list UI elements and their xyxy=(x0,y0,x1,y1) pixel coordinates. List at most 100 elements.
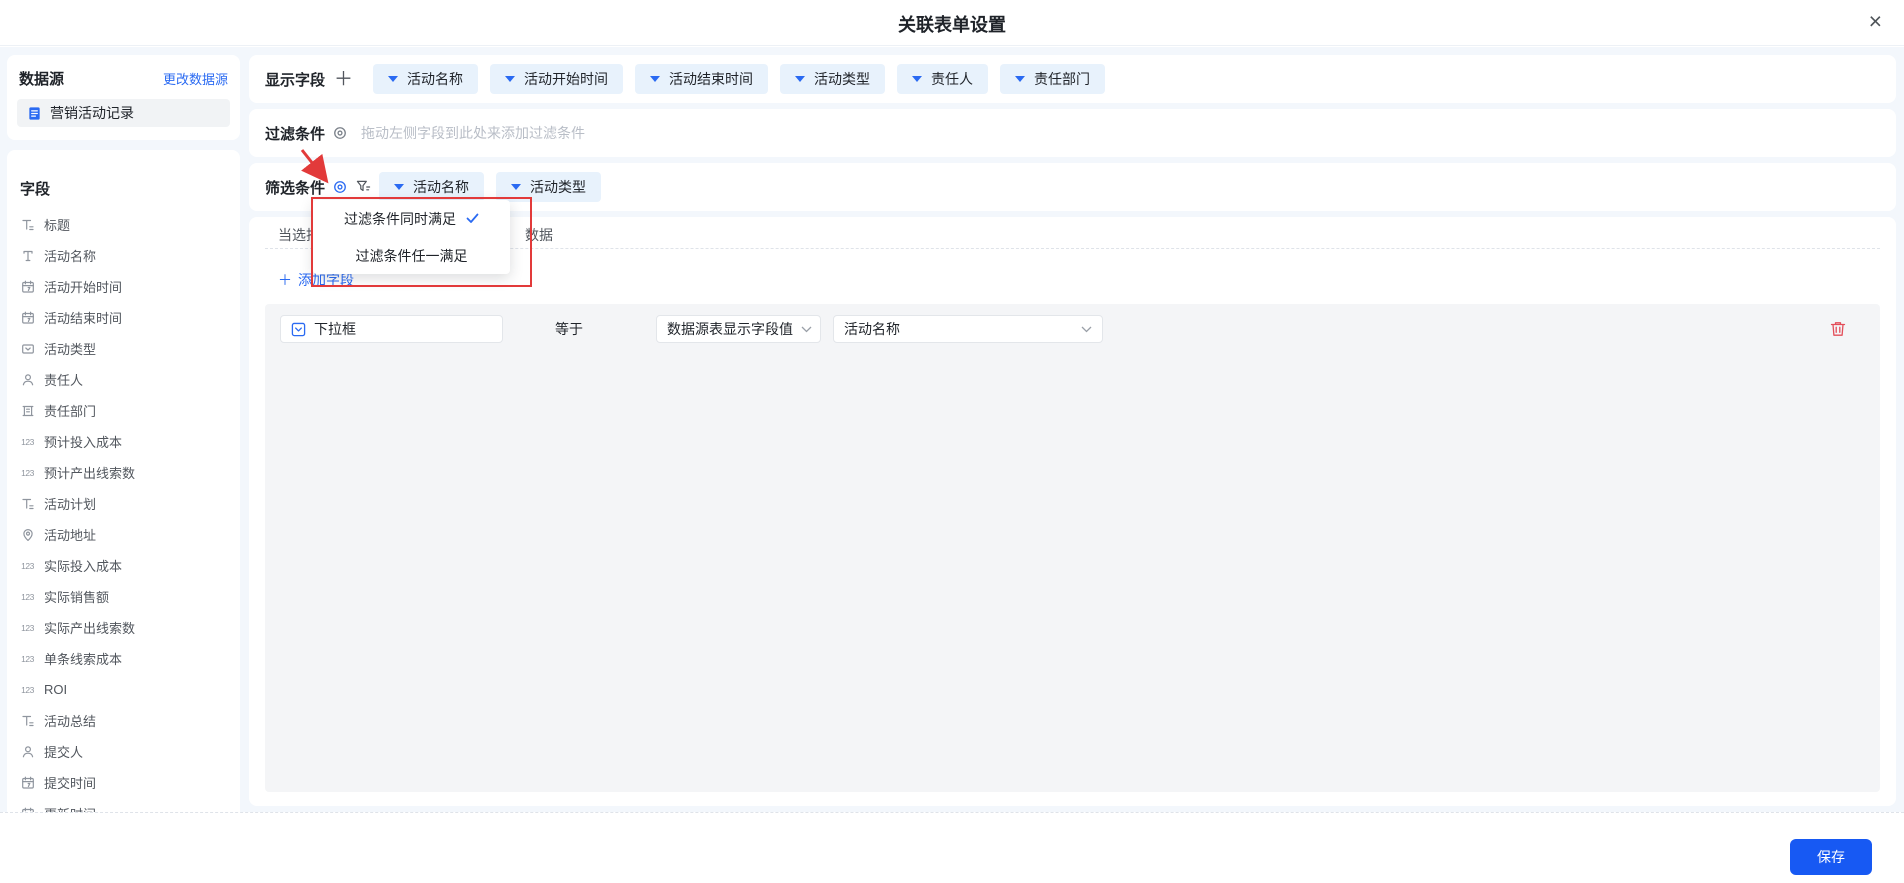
drag-drop-hint: 拖动左侧字段到此处来添加过滤条件 xyxy=(361,123,585,143)
field-list-item[interactable]: 标题 xyxy=(20,209,228,240)
field-list-item[interactable]: 活动计划 xyxy=(20,488,228,519)
field-list-item[interactable]: 提交人 xyxy=(20,736,228,767)
target-icon[interactable] xyxy=(332,125,348,141)
field-list-item[interactable]: 活动开始时间 xyxy=(20,271,228,302)
chevron-down-icon xyxy=(801,326,812,333)
textarea-icon xyxy=(20,217,35,232)
chevron-down-icon[interactable] xyxy=(388,76,398,82)
field-label: 责任部门 xyxy=(44,401,96,420)
chevron-down-icon[interactable] xyxy=(795,76,805,82)
display-field-chips: 活动名称 活动开始时间 活动结束时间 活动类型 责任人 责任部门 xyxy=(373,64,1105,94)
dialog-title: 关联表单设置 xyxy=(898,11,1006,37)
screen-conditions-label: 筛选条件 xyxy=(265,177,325,198)
chevron-down-icon[interactable] xyxy=(912,76,922,82)
field-label: 单条线索成本 xyxy=(44,649,122,668)
number-icon: 123 xyxy=(20,434,35,449)
save-button[interactable]: 保存 xyxy=(1790,839,1872,875)
field-list-item[interactable]: 活动类型 xyxy=(20,333,228,364)
field-list: 标题活动名称活动开始时间活动结束时间活动类型责任人责任部门123预计投入成本12… xyxy=(20,209,228,860)
filter-funnel-icon[interactable] xyxy=(355,179,371,195)
number-icon: 123 xyxy=(20,558,35,573)
chip-label: 活动类型 xyxy=(530,177,586,197)
target-icon-active[interactable] xyxy=(332,179,348,195)
chevron-down-icon[interactable] xyxy=(394,184,404,190)
delete-condition-icon[interactable] xyxy=(1829,320,1847,338)
field-chip[interactable]: 活动结束时间 xyxy=(635,64,768,94)
menu-item-label: 过滤条件同时满足 xyxy=(344,209,456,229)
field-label: 实际投入成本 xyxy=(44,556,122,575)
close-icon[interactable]: × xyxy=(1869,10,1882,33)
field-list-item[interactable]: 活动地址 xyxy=(20,519,228,550)
field-label: 实际产出线索数 xyxy=(44,618,135,637)
field-label: 活动结束时间 xyxy=(44,308,122,327)
dialog-footer: 保存 xyxy=(0,812,1904,883)
field-list-item[interactable]: 提交时间 xyxy=(20,767,228,798)
field-list-item[interactable]: 123预计产出线索数 xyxy=(20,457,228,488)
field-label: 实际销售额 xyxy=(44,587,109,606)
field-list-item[interactable]: 责任部门 xyxy=(20,395,228,426)
document-icon xyxy=(27,106,42,121)
field-chip[interactable]: 责任部门 xyxy=(1000,64,1105,94)
add-display-field-icon[interactable]: ＋ xyxy=(334,70,353,89)
field-label: 提交时间 xyxy=(44,773,96,792)
chip-label: 活动名称 xyxy=(407,69,463,89)
value-field-select[interactable]: 活动名称 xyxy=(833,315,1103,343)
chevron-down-icon xyxy=(1081,326,1092,333)
select-icon xyxy=(20,341,35,356)
menu-item[interactable]: 过滤条件任一满足 xyxy=(313,237,510,274)
datasource-card: 数据源 更改数据源 营销活动记录 xyxy=(7,55,240,140)
field-chip[interactable]: 活动类型 xyxy=(496,172,601,202)
textarea-icon xyxy=(20,496,35,511)
person-icon xyxy=(20,372,35,387)
field-chip[interactable]: 活动类型 xyxy=(780,64,885,94)
field-chip[interactable]: 责任人 xyxy=(897,64,988,94)
value-source-select[interactable]: 数据源表显示字段值 xyxy=(656,315,821,343)
datasource-selected-item[interactable]: 营销活动记录 xyxy=(17,99,230,127)
field-list-item[interactable]: 123实际产出线索数 xyxy=(20,612,228,643)
conditions-container: 下拉框 等于 数据源表显示字段值 活动名称 xyxy=(265,304,1880,792)
number-icon: 123 xyxy=(20,465,35,480)
condition-field-select[interactable]: 下拉框 xyxy=(280,315,503,343)
field-label: 活动总结 xyxy=(44,711,96,730)
field-list-item[interactable]: 123ROI xyxy=(20,674,228,705)
text-icon xyxy=(20,248,35,263)
chip-label: 活动结束时间 xyxy=(669,69,753,89)
display-fields-label: 显示字段 xyxy=(265,69,325,90)
chip-label: 责任人 xyxy=(931,69,973,89)
field-list-item[interactable]: 活动名称 xyxy=(20,240,228,271)
condition-field-value: 下拉框 xyxy=(314,319,356,339)
fields-card: 字段 标题活动名称活动开始时间活动结束时间活动类型责任人责任部门123预计投入成… xyxy=(7,150,240,876)
filter-conditions-label: 过滤条件 xyxy=(265,123,325,144)
chip-label: 活动名称 xyxy=(413,177,469,197)
chevron-down-icon[interactable] xyxy=(505,76,515,82)
field-chip[interactable]: 活动名称 xyxy=(379,172,484,202)
menu-item-label: 过滤条件任一满足 xyxy=(356,246,468,266)
chip-label: 活动类型 xyxy=(814,69,870,89)
field-chip[interactable]: 活动开始时间 xyxy=(490,64,623,94)
datasource-header: 数据源 xyxy=(19,68,64,89)
menu-item[interactable]: 过滤条件同时满足 xyxy=(313,200,510,237)
chevron-down-icon[interactable] xyxy=(1015,76,1025,82)
field-list-item[interactable]: 123预计投入成本 xyxy=(20,426,228,457)
field-list-item[interactable]: 责任人 xyxy=(20,364,228,395)
change-datasource-link[interactable]: 更改数据源 xyxy=(163,69,228,88)
chevron-down-icon[interactable] xyxy=(650,76,660,82)
datasource-item-label: 营销活动记录 xyxy=(50,103,134,123)
chevron-down-icon[interactable] xyxy=(511,184,521,190)
field-chip[interactable]: 活动名称 xyxy=(373,64,478,94)
value-field-value: 活动名称 xyxy=(844,319,900,339)
field-list-item[interactable]: 123 实际销售额 xyxy=(20,581,228,612)
field-list-item[interactable]: 123单条线索成本 xyxy=(20,643,228,674)
number-icon: 123 xyxy=(20,589,35,604)
field-label: 活动开始时间 xyxy=(44,277,122,296)
field-label: 活动计划 xyxy=(44,494,96,513)
chip-label: 责任部门 xyxy=(1034,69,1090,89)
field-list-item[interactable]: 活动总结 xyxy=(20,705,228,736)
date-icon xyxy=(20,775,35,790)
field-label: 责任人 xyxy=(44,370,83,389)
field-label: 活动地址 xyxy=(44,525,96,544)
department-icon xyxy=(20,403,35,418)
field-list-item[interactable]: 活动结束时间 xyxy=(20,302,228,333)
date-icon xyxy=(20,279,35,294)
field-list-item[interactable]: 123 实际投入成本 xyxy=(20,550,228,581)
